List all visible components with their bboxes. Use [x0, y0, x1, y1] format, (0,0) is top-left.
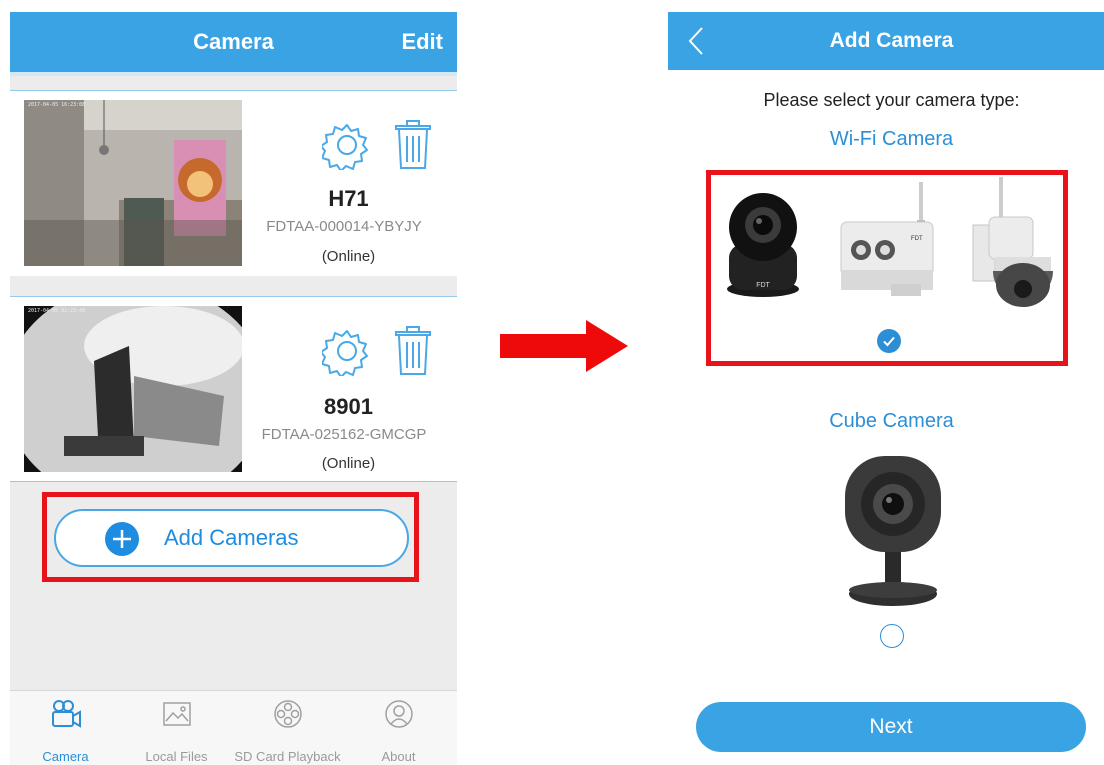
trash-icon[interactable] [394, 120, 432, 170]
page-title: Camera [193, 29, 274, 54]
camera-device-id: FDTAA-000014-YBYJY [266, 218, 422, 235]
divider [10, 296, 457, 297]
tab-label: SD Card Playback [234, 749, 341, 764]
instruction-text: Please select your camera type: [763, 90, 1020, 110]
camera-brand-label: FDT [756, 282, 770, 289]
film-reel-icon [274, 700, 302, 728]
next-button-label: Next [869, 715, 913, 738]
video-timestamp: 2017-04-05 02:23:48 [28, 308, 86, 314]
bullet-camera-image: FDT [840, 182, 934, 296]
trash-icon[interactable] [394, 326, 432, 376]
cube-camera-option[interactable] [818, 452, 968, 652]
tab-label: Camera [42, 749, 89, 764]
page-title: Add Camera [829, 29, 954, 52]
wifi-camera-label: Wi-Fi Camera [829, 128, 954, 150]
tab-bar: Camera Local Files SD Card Playback Abou… [10, 690, 457, 765]
add-camera-screen: Add Camera Please select your camera typ… [668, 12, 1104, 765]
tab-label: Local Files [145, 749, 208, 764]
tab-camera[interactable]: Camera [10, 691, 121, 765]
user-icon [385, 700, 413, 728]
divider [10, 90, 457, 91]
pan-tilt-camera-image: FDT [727, 193, 799, 297]
camera-status: (Online) [321, 248, 376, 265]
camera-card[interactable]: 2017-04-05 16:23:08 H71 FDTAA-000014-YBY… [10, 90, 457, 276]
tab-about[interactable]: About [343, 691, 454, 765]
cube-camera-image [845, 456, 941, 606]
camera-name: H71 [328, 186, 369, 211]
video-camera-icon [52, 700, 81, 728]
settings-gear-icon[interactable] [322, 326, 372, 376]
camera-brand-label: FDT [911, 236, 923, 242]
camera-card[interactable]: 2017-04-05 02:23:48 8901 FDTAA-025162-GM… [10, 296, 457, 482]
plus-icon [105, 522, 139, 556]
camera-status: (Online) [321, 455, 376, 472]
right-arrow-icon [500, 320, 628, 372]
add-cameras-button[interactable]: Add Cameras [54, 509, 409, 567]
cube-camera-label: Cube Camera [829, 410, 954, 432]
edit-button[interactable]: Edit [401, 12, 443, 72]
unselected-radio-icon[interactable] [880, 624, 904, 648]
camera-name: 8901 [324, 394, 373, 419]
dome-camera-image [972, 177, 1053, 307]
video-timestamp: 2017-04-05 16:23:08 [28, 102, 86, 108]
tab-sd-card-playback[interactable]: SD Card Playback [232, 691, 343, 765]
wifi-camera-option[interactable]: FDT FDT [713, 177, 1063, 357]
next-button[interactable]: Next [696, 702, 1086, 752]
image-icon [163, 702, 191, 726]
camera-device-id: FDTAA-025162-GMCGP [261, 426, 427, 443]
camera-thumbnail[interactable]: 2017-04-05 02:23:48 [24, 306, 242, 472]
camera-thumbnail[interactable]: 2017-04-05 16:23:08 [24, 100, 242, 266]
divider [10, 72, 457, 76]
tab-local-files[interactable]: Local Files [121, 691, 232, 765]
add-cameras-label: Add Cameras [164, 525, 299, 550]
divider [10, 481, 457, 482]
settings-gear-icon[interactable] [322, 120, 372, 170]
selected-check-icon[interactable] [877, 329, 901, 353]
camera-list-screen: Camera Edit 2017-04-05 16:23:08 H71 FDTA… [10, 12, 457, 765]
tab-label: About [381, 749, 416, 764]
